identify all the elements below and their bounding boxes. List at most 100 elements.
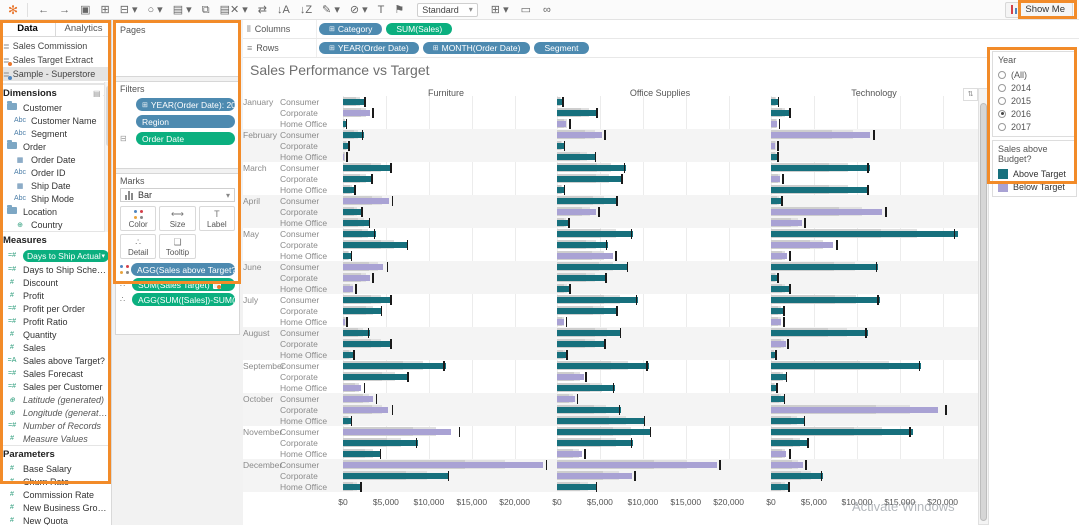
share-icon[interactable]: ∞ — [538, 1, 556, 19]
shelf-pill[interactable]: ⊞Category — [319, 23, 382, 35]
bullet-cell[interactable] — [343, 151, 549, 162]
undo-icon[interactable]: ← — [33, 1, 54, 19]
radio-button[interactable] — [998, 123, 1006, 131]
bullet-cell[interactable] — [557, 360, 763, 371]
bullet-cell[interactable] — [557, 382, 763, 393]
bullet-cell[interactable] — [557, 294, 763, 305]
bullet-cell[interactable] — [343, 459, 549, 470]
color-button[interactable]: Color — [120, 206, 156, 231]
bullet-cell[interactable] — [557, 338, 763, 349]
bullet-cell[interactable] — [557, 415, 763, 426]
bullet-cell[interactable] — [557, 129, 763, 140]
bullet-cell[interactable] — [343, 382, 549, 393]
data-pane-scrollbar[interactable] — [104, 82, 111, 232]
pause-auto-updates-icon[interactable]: ⊟ ▾ — [115, 1, 143, 19]
bullet-cell[interactable] — [343, 184, 549, 195]
mark-pill[interactable]: SUM(Sales Target) — [132, 278, 235, 291]
bullet-cell[interactable] — [771, 107, 977, 118]
year-option[interactable]: 2017 — [998, 120, 1071, 133]
bullet-cell[interactable] — [771, 349, 977, 360]
parameter-item[interactable]: #Commission Rate — [0, 488, 111, 501]
bullet-cell[interactable] — [343, 107, 549, 118]
bullet-cell[interactable] — [771, 448, 977, 459]
bullet-cell[interactable] — [771, 327, 977, 338]
bullet-cell[interactable] — [557, 162, 763, 173]
year-option[interactable]: 2016 — [998, 107, 1071, 120]
bullet-cell[interactable] — [343, 283, 549, 294]
bullet-cell[interactable] — [771, 184, 977, 195]
radio-button[interactable] — [998, 97, 1006, 105]
columns-shelf[interactable]: ⫴Columns ⊞CategorySUM(Sales) — [243, 20, 1079, 39]
bullet-cell[interactable] — [557, 393, 763, 404]
group-members-icon[interactable]: ⊘ ▾ — [345, 1, 373, 19]
run-auto-updates-icon[interactable]: ○ ▾ — [142, 1, 167, 19]
year-option[interactable]: 2014 — [998, 81, 1071, 94]
bullet-cell[interactable] — [771, 272, 977, 283]
bullet-cell[interactable] — [343, 426, 549, 437]
shelf-pill[interactable]: ⊞MONTH(Order Date) — [423, 42, 531, 54]
shelf-pill[interactable]: ⊞YEAR(Order Date) — [319, 42, 419, 54]
radio-button[interactable] — [998, 110, 1006, 118]
bullet-cell[interactable] — [343, 294, 549, 305]
bullet-cell[interactable] — [771, 140, 977, 151]
bullet-cell[interactable] — [771, 360, 977, 371]
bullet-cell[interactable] — [557, 448, 763, 459]
bullet-cell[interactable] — [343, 217, 549, 228]
parameter-item[interactable]: #Base Salary — [0, 462, 111, 475]
bullet-cell[interactable] — [557, 470, 763, 481]
detail-button[interactable]: ∴Detail — [120, 234, 156, 259]
fit-axes-icon[interactable]: ⊞ ▾ — [486, 1, 514, 19]
bullet-cell[interactable] — [343, 140, 549, 151]
radio-button[interactable] — [998, 84, 1006, 92]
measure-item[interactable]: ⊕Longitude (generated) — [0, 406, 111, 419]
bullet-cell[interactable] — [771, 338, 977, 349]
bullet-cell[interactable] — [343, 305, 549, 316]
filter-pill[interactable]: Region — [136, 115, 235, 128]
measure-item[interactable]: #Quantity — [0, 328, 111, 341]
measure-item[interactable]: =#Sales per Customer — [0, 380, 111, 393]
bullet-cell[interactable] — [557, 426, 763, 437]
dimension-item[interactable]: Customer — [0, 101, 111, 114]
fit-mode-select[interactable]: Standard ▾ — [417, 3, 478, 17]
bullet-cell[interactable] — [557, 228, 763, 239]
tab-analytics[interactable]: Analytics — [56, 20, 111, 36]
bullet-cell[interactable] — [557, 459, 763, 470]
highlight-icon[interactable]: ✎ ▾ — [317, 1, 345, 19]
bullet-cell[interactable] — [557, 437, 763, 448]
measure-item[interactable]: =#Number of Records — [0, 419, 111, 432]
bullet-cell[interactable] — [343, 327, 549, 338]
bullet-cell[interactable] — [771, 426, 977, 437]
bullet-cell[interactable] — [771, 151, 977, 162]
bullet-cell[interactable] — [771, 96, 977, 107]
size-button[interactable]: ⟷Size — [159, 206, 195, 231]
radio-button[interactable] — [998, 71, 1006, 79]
bullet-cell[interactable] — [343, 96, 549, 107]
bullet-cell[interactable] — [343, 206, 549, 217]
bullet-cell[interactable] — [343, 415, 549, 426]
rows-shelf[interactable]: ≡Rows ⊞YEAR(Order Date)⊞MONTH(Order Date… — [243, 39, 1079, 58]
duplicate-sheet-icon[interactable]: ⧉ — [197, 1, 215, 19]
bullet-cell[interactable] — [557, 206, 763, 217]
bullet-cell[interactable] — [557, 283, 763, 294]
bullet-cell[interactable] — [343, 118, 549, 129]
bullet-cell[interactable] — [343, 338, 549, 349]
mark-type-dropdown[interactable]: Bar ▾ — [120, 188, 235, 202]
parameter-item[interactable]: #Churn Rate — [0, 475, 111, 488]
bullet-cell[interactable] — [343, 162, 549, 173]
scrollbar-thumb[interactable] — [980, 103, 987, 521]
bullet-cell[interactable] — [343, 404, 549, 415]
bullet-cell[interactable] — [343, 195, 549, 206]
bullet-cell[interactable] — [771, 459, 977, 470]
bullet-cell[interactable] — [771, 404, 977, 415]
bullet-cell[interactable] — [557, 327, 763, 338]
bullet-cell[interactable] — [343, 481, 549, 492]
bullet-cell[interactable] — [343, 360, 549, 371]
label-button[interactable]: TLabel — [199, 206, 235, 231]
bullet-cell[interactable] — [771, 437, 977, 448]
bullet-cell[interactable] — [557, 250, 763, 261]
bullet-cell[interactable] — [771, 239, 977, 250]
bullet-cell[interactable] — [343, 250, 549, 261]
legend-item[interactable]: Below Target — [998, 180, 1071, 193]
dimension-item[interactable]: AbcShip Mode — [0, 192, 111, 205]
bullet-cell[interactable] — [557, 305, 763, 316]
